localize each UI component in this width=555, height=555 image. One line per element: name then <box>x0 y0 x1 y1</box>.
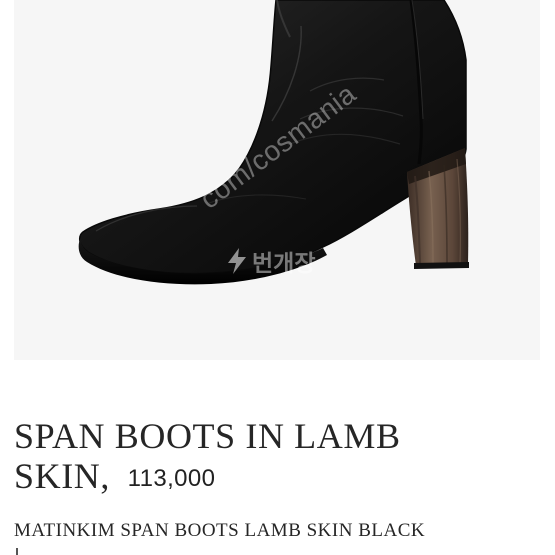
heel-tip <box>414 262 469 269</box>
truncated-mark <box>16 548 18 555</box>
product-price: 113,000 <box>127 465 216 492</box>
boot-image <box>14 0 540 360</box>
product-image[interactable]: com/cosmania 번개장 <box>14 0 540 360</box>
truncated-text-fragment <box>14 548 54 555</box>
product-title: SPAN BOOTS IN LAMB SKIN, 113,000 <box>14 416 484 499</box>
product-subtitle: MATINKIM SPAN BOOTS LAMB SKIN BLACK <box>14 520 426 541</box>
